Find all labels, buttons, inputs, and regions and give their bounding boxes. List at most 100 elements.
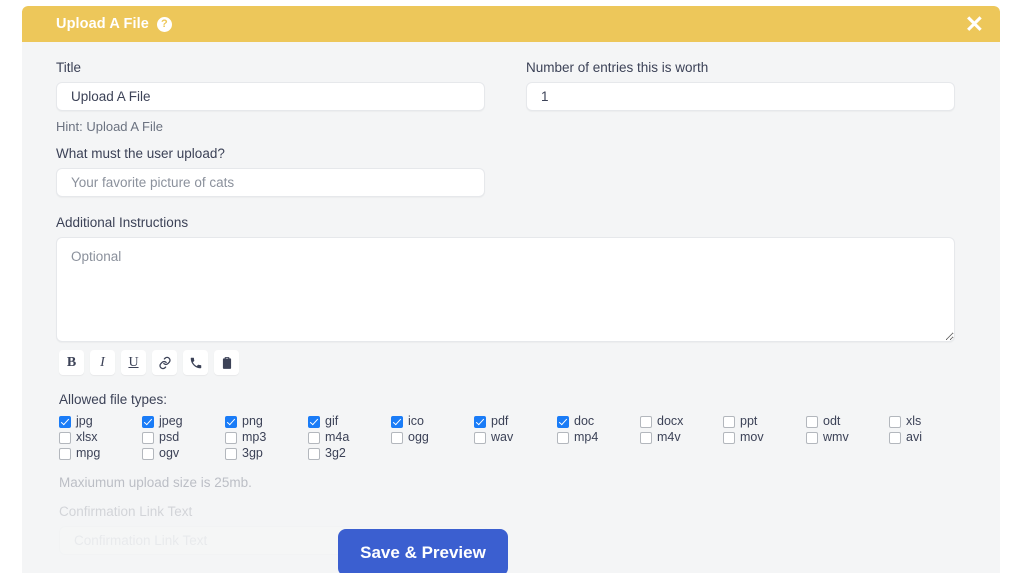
- file-type-checkbox-docx[interactable]: docx: [640, 414, 723, 429]
- file-type-checkbox-ppt[interactable]: ppt: [723, 414, 806, 429]
- checkbox-unchecked-icon[interactable]: [806, 431, 818, 444]
- upload-file-modal: Upload A File ? ✕ Title Hint: Upload A F…: [22, 6, 1000, 573]
- file-type-label: ogv: [159, 446, 180, 461]
- file-type-checkbox-jpg[interactable]: jpg: [59, 414, 142, 429]
- title-field-group: Title Hint: Upload A File: [56, 60, 485, 134]
- checkbox-unchecked-icon[interactable]: [723, 415, 735, 428]
- file-type-label: mp4: [574, 430, 599, 445]
- file-type-checkbox-3gp[interactable]: 3gp: [225, 446, 308, 461]
- file-type-label: pdf: [491, 414, 509, 429]
- file-type-column: docx m4v: [640, 414, 723, 461]
- file-type-checkbox-wmv[interactable]: wmv: [806, 430, 889, 445]
- file-type-checkbox-gif[interactable]: gif: [308, 414, 391, 429]
- file-type-label: mp3: [242, 430, 267, 445]
- file-type-label: 3gp: [242, 446, 263, 461]
- file-type-label: jpg: [76, 414, 93, 429]
- upload-prompt-label: What must the user upload?: [56, 146, 225, 161]
- checkbox-checked-icon[interactable]: [59, 415, 71, 428]
- checkbox-unchecked-icon[interactable]: [557, 431, 569, 444]
- file-type-column: ppt mov: [723, 414, 806, 461]
- file-type-column: xls avi: [889, 414, 972, 461]
- checkbox-unchecked-icon[interactable]: [640, 431, 652, 444]
- modal-body: Title Hint: Upload A File Number of entr…: [22, 42, 1000, 555]
- file-type-column: doc mp4: [557, 414, 640, 461]
- file-type-checkbox-xlsx[interactable]: xlsx: [59, 430, 142, 445]
- file-type-checkbox-m4a[interactable]: m4a: [308, 430, 391, 445]
- link-icon[interactable]: [152, 350, 177, 375]
- file-type-label: avi: [906, 430, 922, 445]
- checkbox-checked-icon[interactable]: [142, 415, 154, 428]
- file-type-label: mov: [740, 430, 764, 445]
- instructions-label: Additional Instructions: [56, 215, 189, 230]
- confirmation-link-label: Confirmation Link Text: [59, 504, 193, 519]
- file-type-label: ico: [408, 414, 424, 429]
- checkbox-unchecked-icon[interactable]: [142, 431, 154, 444]
- file-type-checkbox-mpg[interactable]: mpg: [59, 446, 142, 461]
- checkbox-unchecked-icon[interactable]: [225, 447, 237, 460]
- underline-icon[interactable]: U: [121, 350, 146, 375]
- file-type-checkbox-pdf[interactable]: pdf: [474, 414, 557, 429]
- save-and-preview-button[interactable]: Save & Preview: [338, 529, 508, 573]
- file-type-checkbox-odt[interactable]: odt: [806, 414, 889, 429]
- file-type-checkbox-xls[interactable]: xls: [889, 414, 972, 429]
- file-type-checkbox-mov[interactable]: mov: [723, 430, 806, 445]
- confirmation-link-input-wrap: [59, 526, 976, 555]
- file-type-checkbox-m4v[interactable]: m4v: [640, 430, 723, 445]
- file-type-label: doc: [574, 414, 595, 429]
- upload-prompt-input[interactable]: [56, 168, 485, 197]
- checkbox-unchecked-icon[interactable]: [640, 415, 652, 428]
- checkbox-checked-icon[interactable]: [474, 415, 486, 428]
- checkbox-checked-icon[interactable]: [225, 415, 237, 428]
- checkbox-unchecked-icon[interactable]: [59, 431, 71, 444]
- italic-icon[interactable]: I: [90, 350, 115, 375]
- file-type-checkbox-3g2[interactable]: 3g2: [308, 446, 391, 461]
- phone-icon[interactable]: [183, 350, 208, 375]
- checkbox-unchecked-icon[interactable]: [889, 415, 901, 428]
- checkbox-unchecked-icon[interactable]: [59, 447, 71, 460]
- checkbox-unchecked-icon[interactable]: [225, 431, 237, 444]
- file-type-checkbox-wav[interactable]: wav: [474, 430, 557, 445]
- allowed-file-types-label: Allowed file types:: [59, 392, 168, 407]
- checkbox-unchecked-icon[interactable]: [723, 431, 735, 444]
- checkbox-unchecked-icon[interactable]: [308, 447, 320, 460]
- file-type-column: ico ogg: [391, 414, 474, 461]
- checkbox-checked-icon[interactable]: [391, 415, 403, 428]
- file-type-label: m4a: [325, 430, 350, 445]
- title-input[interactable]: [56, 82, 485, 111]
- file-type-checkbox-mp4[interactable]: mp4: [557, 430, 640, 445]
- help-circle-icon[interactable]: ?: [156, 16, 172, 32]
- checkbox-checked-icon[interactable]: [557, 415, 569, 428]
- file-type-checkbox-ico[interactable]: ico: [391, 414, 474, 429]
- file-type-checkbox-jpeg[interactable]: jpeg: [142, 414, 225, 429]
- instructions-textarea[interactable]: [56, 237, 955, 342]
- entries-input[interactable]: [526, 82, 955, 111]
- checkbox-unchecked-icon[interactable]: [142, 447, 154, 460]
- checkbox-unchecked-icon[interactable]: [889, 431, 901, 444]
- bold-icon[interactable]: B: [59, 350, 84, 375]
- file-type-checkbox-psd[interactable]: psd: [142, 430, 225, 445]
- checkbox-unchecked-icon[interactable]: [806, 415, 818, 428]
- file-type-column: jpeg psd ogv: [142, 414, 225, 461]
- file-type-label: wav: [491, 430, 514, 445]
- footer-fade-zone: Maxiumum upload size is 25mb. Confirmati…: [59, 475, 976, 555]
- file-type-checkbox-ogv[interactable]: ogv: [142, 446, 225, 461]
- checkbox-checked-icon[interactable]: [308, 415, 320, 428]
- file-type-checkbox-doc[interactable]: doc: [557, 414, 640, 429]
- checkbox-unchecked-icon[interactable]: [474, 431, 486, 444]
- entries-label: Number of entries this is worth: [526, 60, 709, 75]
- top-fields-row: Title Hint: Upload A File Number of entr…: [56, 60, 976, 134]
- modal-title: Upload A File: [56, 16, 149, 32]
- file-type-column: png mp3 3gp: [225, 414, 308, 461]
- checkbox-unchecked-icon[interactable]: [391, 431, 403, 444]
- file-type-label: m4v: [657, 430, 681, 445]
- file-type-label: ogg: [408, 430, 429, 445]
- file-type-checkbox-avi[interactable]: avi: [889, 430, 972, 445]
- file-type-checkbox-mp3[interactable]: mp3: [225, 430, 308, 445]
- title-hint: Hint: Upload A File: [56, 119, 163, 134]
- close-icon[interactable]: ✕: [963, 12, 986, 36]
- clipboard-icon[interactable]: [214, 350, 239, 375]
- file-type-label: psd: [159, 430, 180, 445]
- file-type-checkbox-png[interactable]: png: [225, 414, 308, 429]
- file-type-checkbox-ogg[interactable]: ogg: [391, 430, 474, 445]
- checkbox-unchecked-icon[interactable]: [308, 431, 320, 444]
